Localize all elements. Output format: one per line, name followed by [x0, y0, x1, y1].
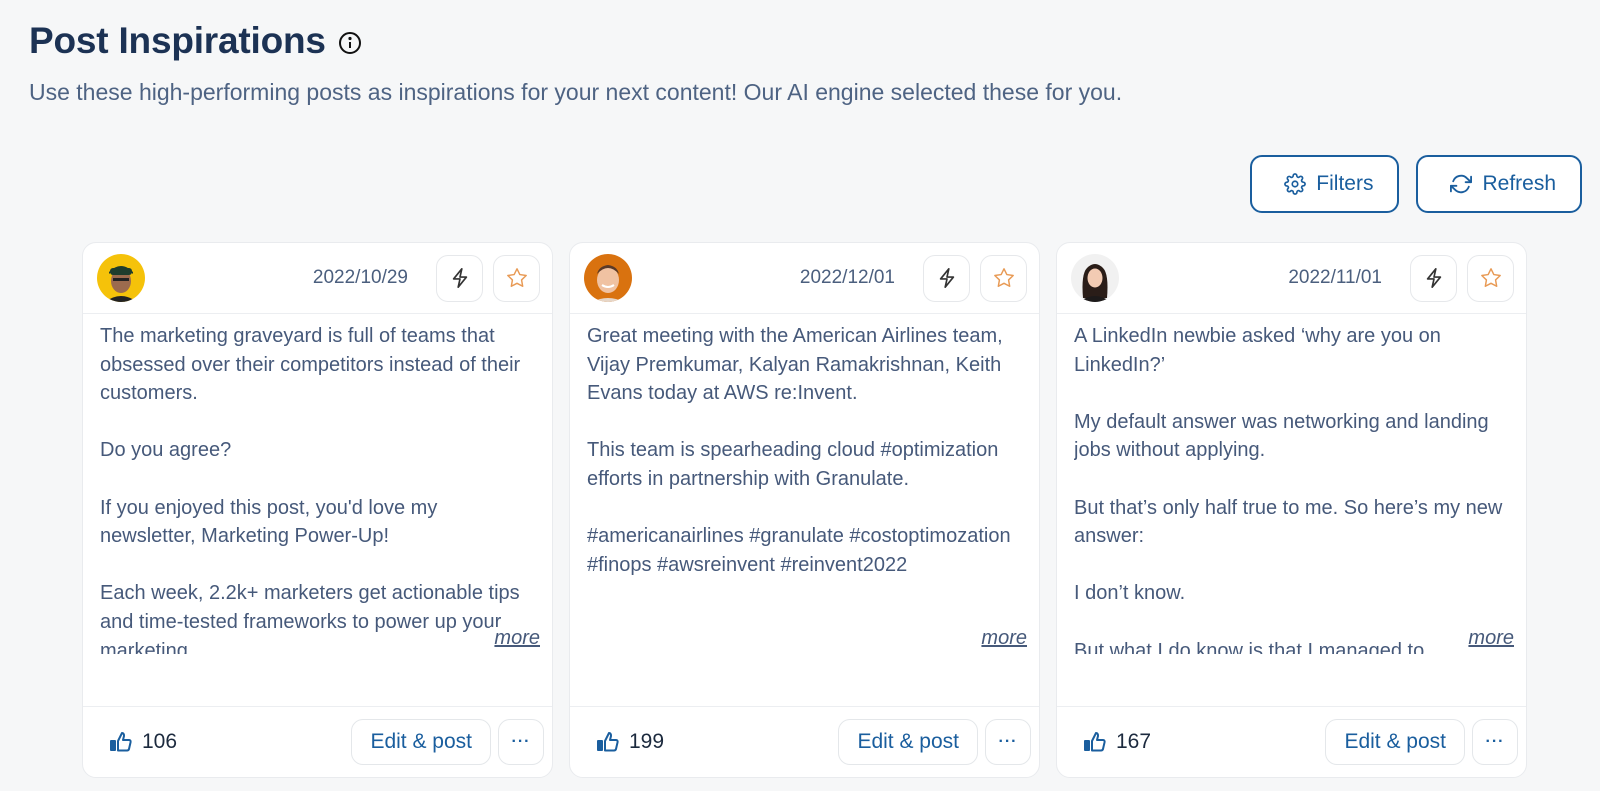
- lightning-icon: [939, 268, 954, 288]
- post-card: 2022/11/01 A LinkedIn newbie asked ‘why …: [1056, 242, 1527, 778]
- likes: 167: [1083, 730, 1151, 754]
- likes-count: 167: [1116, 730, 1152, 753]
- avatar: [97, 254, 145, 302]
- card-header: 2022/12/01: [570, 243, 1039, 314]
- favorite-button[interactable]: [493, 254, 540, 302]
- card-header: 2022/11/01: [1057, 243, 1526, 314]
- star-icon: [1480, 268, 1501, 288]
- lightning-icon: [452, 268, 467, 288]
- likes-count: 106: [142, 730, 178, 753]
- post-text: A LinkedIn newbie asked ‘why are you on …: [1074, 325, 1503, 654]
- refresh-label: Refresh: [1482, 172, 1556, 195]
- likes: 106: [109, 730, 177, 754]
- page-title: Post Inspirations: [29, 20, 326, 61]
- card-footer: 199 Edit & post ···: [570, 706, 1039, 777]
- filters-button[interactable]: Filters: [1250, 155, 1400, 213]
- avatar: [584, 254, 632, 302]
- star-icon: [993, 268, 1014, 288]
- more-link[interactable]: more: [977, 627, 1027, 650]
- info-circle-icon[interactable]: [338, 31, 362, 55]
- thumbs-up-icon: [110, 732, 132, 752]
- post-date: 2022/12/01: [799, 267, 895, 288]
- post-card: 2022/12/01 Great meeting with the Americ…: [569, 242, 1040, 778]
- edit-and-post-button[interactable]: Edit & post: [838, 719, 978, 765]
- edit-and-post-button[interactable]: Edit & post: [351, 719, 491, 765]
- card-body: Great meeting with the American Airlines…: [570, 314, 1039, 655]
- boost-button[interactable]: [923, 254, 970, 302]
- more-link[interactable]: more: [1464, 627, 1514, 650]
- card-footer: 106 Edit & post ···: [83, 706, 552, 777]
- post-text: Great meeting with the American Airlines…: [587, 325, 1011, 576]
- page-subtitle: Use these high-performing posts as inspi…: [29, 79, 1123, 105]
- more-actions-button[interactable]: ···: [985, 719, 1031, 765]
- refresh-icon: [1450, 174, 1473, 194]
- post-date: 2022/10/29: [312, 267, 408, 288]
- card-body: The marketing graveyard is full of teams…: [83, 314, 552, 655]
- post-card: 2022/10/29 The marketing graveyard is fu…: [82, 242, 553, 778]
- post-text: The marketing graveyard is full of teams…: [100, 325, 521, 654]
- more-actions-button[interactable]: ···: [1472, 719, 1518, 765]
- page-header: Post Inspirations: [29, 20, 362, 62]
- favorite-button[interactable]: [980, 254, 1027, 302]
- boost-button[interactable]: [1410, 254, 1457, 302]
- more-actions-button[interactable]: ···: [498, 719, 544, 765]
- favorite-button[interactable]: [1467, 254, 1514, 302]
- toolbar: Filters Refresh: [1250, 155, 1582, 213]
- thumbs-up-icon: [597, 732, 619, 752]
- boost-button[interactable]: [436, 254, 483, 302]
- refresh-button[interactable]: Refresh: [1416, 155, 1582, 213]
- more-link[interactable]: more: [490, 627, 540, 650]
- thumbs-up-icon: [1084, 732, 1106, 752]
- card-footer: 167 Edit & post ···: [1057, 706, 1526, 777]
- edit-and-post-button[interactable]: Edit & post: [1325, 719, 1465, 765]
- avatar: [1071, 254, 1119, 302]
- card-body: A LinkedIn newbie asked ‘why are you on …: [1057, 314, 1526, 655]
- post-date: 2022/11/01: [1288, 267, 1382, 288]
- card-header: 2022/10/29: [83, 243, 552, 314]
- likes-count: 199: [629, 730, 665, 753]
- gear-icon: [1284, 173, 1307, 195]
- filters-label: Filters: [1316, 172, 1374, 195]
- star-icon: [506, 268, 527, 288]
- likes: 199: [596, 730, 664, 754]
- lightning-icon: [1426, 268, 1441, 288]
- post-cards: 2022/10/29 The marketing graveyard is fu…: [82, 242, 1527, 778]
